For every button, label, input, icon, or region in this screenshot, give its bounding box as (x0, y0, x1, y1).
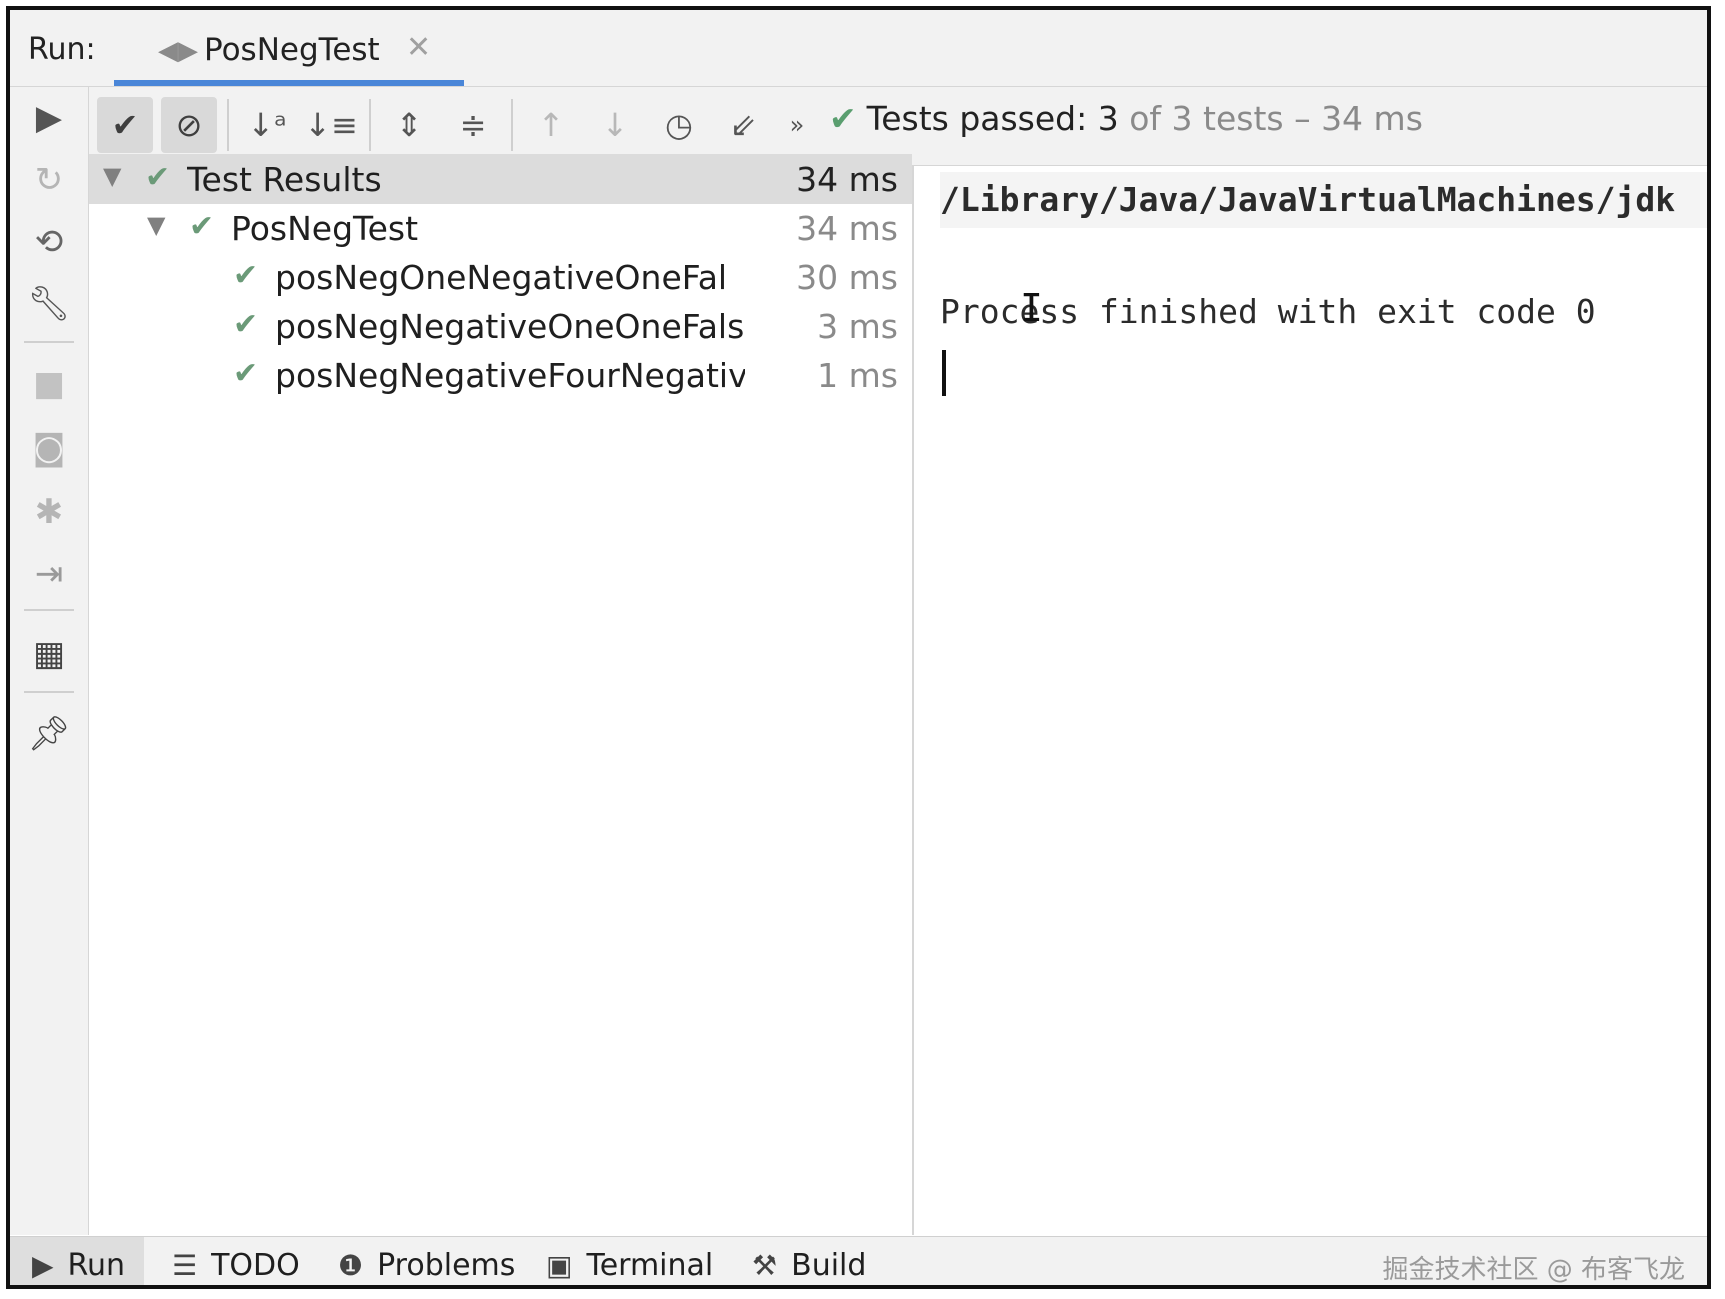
debug-bug-icon[interactable]: ✱ (24, 487, 74, 537)
collapse-all-icon[interactable]: ≑ (445, 97, 501, 153)
stop-icon[interactable]: ■ (24, 359, 74, 409)
passed-check-icon: ✔ (829, 99, 857, 138)
layout-icon[interactable]: ▦ (24, 629, 74, 679)
sort-alpha-icon[interactable]: ↓ᵃ (239, 97, 295, 153)
toolbar-separator (369, 99, 371, 151)
tree-node-label: posNegNegativeOneOneFalse() (275, 307, 745, 346)
tab-posnegtest[interactable]: ◀▶ PosNegTest ✕ (114, 10, 464, 86)
run-tab-bar: Run: ◀▶ PosNegTest ✕ (10, 10, 1707, 87)
test-results-tree: ▼ ✔ Test Results 34 ms ▼ ✔ PosNegTest 34… (89, 154, 914, 1235)
console-command-line: /Library/Java/JavaVirtualMachines/jdk (940, 172, 1707, 228)
bottom-tab-todo[interactable]: ☰ TODO (172, 1237, 300, 1285)
tree-node-duration: 30 ms (792, 258, 898, 297)
toolbar-separator (511, 99, 513, 151)
passed-check-icon: ✔ (233, 307, 259, 342)
bottom-tool-bar: ▶ Run ☰ TODO ❶ Problems ▣ Terminal ⚒ Bui… (10, 1236, 1707, 1285)
list-icon: ☰ (172, 1249, 198, 1282)
bottom-tab-run[interactable]: ▶ Run (10, 1237, 144, 1285)
pin-icon[interactable]: 📌︎ (24, 709, 74, 759)
run-tool-window: Run: ◀▶ PosNegTest ✕ ▶ ↻ ⟲ 🔧︎ ■ ◙ ✱ ⇥ ▦ … (6, 6, 1711, 1289)
console-output[interactable]: /Library/Java/JavaVirtualMachines/jdk Pr… (914, 166, 1707, 1235)
terminal-icon: ▣ (546, 1249, 573, 1282)
expand-arrow-icon[interactable]: ▼ (147, 211, 165, 239)
tree-suite-posnegtest[interactable]: ▼ ✔ PosNegTest 34 ms (89, 203, 912, 253)
toggle-auto-test-icon[interactable]: ⟲ (24, 217, 74, 267)
more-icon[interactable]: » (769, 97, 825, 153)
bottom-tab-build[interactable]: ⚒ Build (752, 1237, 867, 1285)
toolbar-separator (24, 691, 74, 693)
export-icon[interactable]: ⇙ (715, 97, 771, 153)
show-ignored-icon[interactable]: ⊘ (161, 97, 217, 153)
tree-node-duration: 1 ms (813, 356, 898, 395)
tree-node-duration: 3 ms (813, 307, 898, 346)
bottom-tab-label: Build (791, 1248, 867, 1283)
toolbar-separator (24, 341, 74, 343)
history-icon[interactable]: ◷ (651, 97, 707, 153)
next-failed-icon[interactable]: ↓ (587, 97, 643, 153)
ibeam-cursor-icon: I (1020, 286, 1043, 330)
play-icon: ▶ (32, 1249, 54, 1282)
watermark: 掘金技术社区 @ 布客飞龙 (1382, 1255, 1685, 1285)
bottom-tab-terminal[interactable]: ▣ Terminal (546, 1237, 714, 1285)
toolbar-separator (227, 99, 229, 151)
tree-node-duration: 34 ms (792, 160, 898, 199)
passed-check-icon: ✔ (233, 258, 259, 293)
rerun-icon[interactable]: ▶ (24, 93, 74, 143)
test-status: ✔ Tests passed: 3 of 3 tests – 34 ms (829, 99, 1423, 138)
bottom-tab-label: Problems (377, 1248, 516, 1283)
run-config-icon: ◀▶ (158, 36, 198, 66)
rerun-failed-icon[interactable]: ↻ (24, 155, 74, 205)
tree-node-label: PosNegTest (231, 209, 419, 248)
tree-node-label: posNegNegativeFourNegativeF (275, 356, 745, 395)
text-caret (942, 350, 946, 396)
expand-arrow-icon[interactable]: ▼ (103, 162, 121, 190)
bottom-tab-label: TODO (211, 1248, 300, 1283)
passed-check-icon: ✔ (189, 209, 215, 244)
bottom-tab-problems[interactable]: ❶ Problems (338, 1237, 516, 1285)
run-label: Run: (28, 32, 96, 67)
tree-test-item[interactable]: ✔ posNegOneNegativeOneFalse 30 ms (89, 252, 912, 302)
import-icon[interactable]: ⇥ (24, 549, 74, 599)
expand-all-icon[interactable]: ⇕ (381, 97, 437, 153)
tree-test-item[interactable]: ✔ posNegNegativeOneOneFalse() 3 ms (89, 301, 912, 351)
snapshot-camera-icon[interactable]: ◙ (24, 423, 74, 473)
sort-duration-icon[interactable]: ↓≡ (303, 97, 359, 153)
passed-check-icon: ✔ (145, 160, 171, 195)
tests-passed-text: Tests passed: 3 (866, 99, 1119, 138)
problems-icon: ❶ (338, 1249, 364, 1282)
close-icon[interactable]: ✕ (406, 30, 431, 65)
tree-node-label: Test Results (187, 160, 382, 199)
show-passed-icon[interactable]: ✔ (97, 97, 153, 153)
bottom-tab-label: Run (67, 1248, 126, 1283)
tree-test-item[interactable]: ✔ posNegNegativeFourNegativeF 1 ms (89, 350, 912, 400)
tree-root-test-results[interactable]: ▼ ✔ Test Results 34 ms (89, 154, 912, 204)
tests-total-text: of 3 tests – 34 ms (1129, 99, 1423, 138)
hammer-icon: ⚒ (752, 1249, 778, 1282)
tree-node-duration: 34 ms (792, 209, 898, 248)
toolbar-separator (24, 609, 74, 611)
left-toolbar: ▶ ↻ ⟲ 🔧︎ ■ ◙ ✱ ⇥ ▦ 📌︎ (10, 87, 89, 1235)
passed-check-icon: ✔ (233, 356, 259, 391)
prev-failed-icon[interactable]: ↑ (523, 97, 579, 153)
settings-wrench-icon[interactable]: 🔧︎ (24, 279, 74, 329)
tree-node-label: posNegOneNegativeOneFalse (275, 258, 725, 297)
tab-title: PosNegTest (204, 32, 380, 68)
bottom-tab-label: Terminal (586, 1248, 714, 1283)
